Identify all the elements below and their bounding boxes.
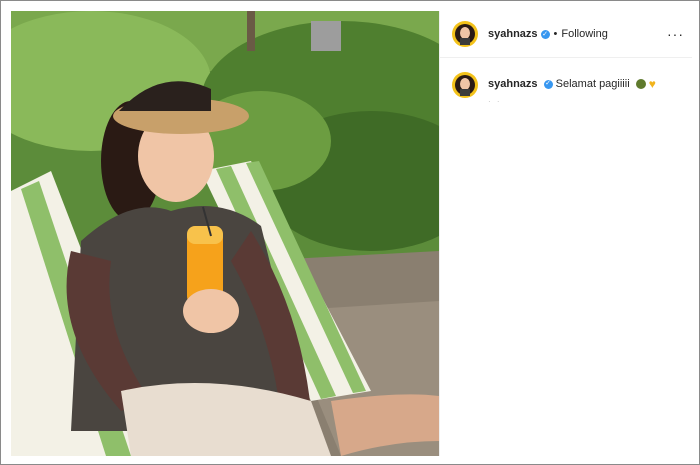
verified-badge-icon: ✓ xyxy=(540,29,550,39)
post-side-panel: syahnazs ✓ • Following ··· syahnazs ✓ Se… xyxy=(439,11,692,456)
caption-text: Selamat pagiiiii xyxy=(555,78,630,90)
flower-emoji-icon xyxy=(635,79,646,90)
caption-body: syahnazs ✓ Selamat pagiiiii ♥ xyxy=(488,77,656,91)
post-photo[interactable] xyxy=(11,11,439,456)
post-header: syahnazs ✓ • Following ··· xyxy=(440,11,692,58)
caption-username[interactable]: syahnazs xyxy=(488,78,538,90)
timestamp-placeholder: · · xyxy=(488,97,502,106)
header-username[interactable]: syahnazs xyxy=(488,28,538,40)
following-button[interactable]: Following xyxy=(561,28,607,40)
caption-verified-badge-icon: ✓ xyxy=(543,79,553,89)
profile-avatar[interactable] xyxy=(452,21,478,47)
caption-avatar[interactable] xyxy=(452,72,478,98)
yellow-heart-emoji-icon: ♥ xyxy=(648,77,656,92)
avatar-portrait-icon xyxy=(455,75,475,96)
caption-comment: syahnazs ✓ Selamat pagiiiii ♥ xyxy=(440,58,692,98)
separator-dot: • xyxy=(553,28,558,40)
post-image-illustration xyxy=(11,11,439,456)
more-options-icon[interactable]: ··· xyxy=(667,26,684,42)
instagram-post-frame: syahnazs ✓ • Following ··· syahnazs ✓ Se… xyxy=(0,0,700,465)
avatar-portrait-icon xyxy=(455,24,475,45)
